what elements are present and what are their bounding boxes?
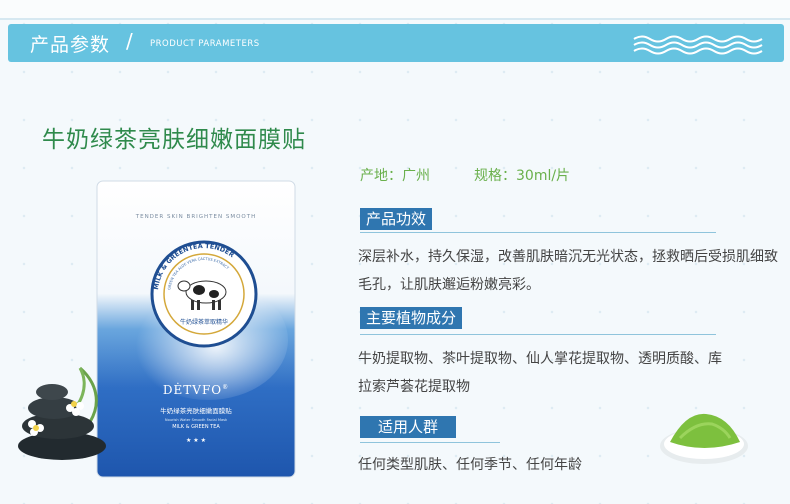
package-line-cn: 牛奶绿茶亮肤细嫩面膜贴	[160, 406, 232, 415]
package-top-text: TENDER SKIN BRIGHTEN SMOOTH	[135, 214, 257, 220]
spec-info: 规格：30ml/片	[474, 168, 570, 184]
seal-cn-text: 牛奶绿茶萃取精华	[180, 318, 228, 326]
product-name: 牛奶绿茶亮肤细嫩面膜贴	[42, 127, 306, 153]
header-slash: /	[126, 29, 133, 53]
waves-icon	[633, 35, 763, 55]
product-parameters-page: 产品参数 / PRODUCT PARAMETERS 牛奶绿茶亮肤细嫩面膜贴 产地…	[0, 0, 790, 504]
spec-label: 规格：	[474, 168, 516, 184]
matcha-powder-image	[660, 413, 748, 464]
header-title-cn: 产品参数	[30, 34, 111, 56]
package-stars: ★ ★ ★	[186, 437, 206, 444]
section-header: 产品参数 / PRODUCT PARAMETERS	[8, 24, 784, 62]
ingredients-divider	[360, 334, 716, 335]
package-line-en-small: Nourish Water Smooth Facial Mask	[165, 418, 228, 422]
spec-value: 30ml/片	[516, 168, 571, 184]
efficacy-divider	[360, 232, 716, 233]
package-line-en: MILK & GREEN TEA	[172, 424, 220, 430]
package-brand: DĖTVFO®	[163, 382, 229, 397]
origin-info: 产地：广州	[360, 168, 430, 184]
header-title-en: PRODUCT PARAMETERS	[150, 39, 260, 49]
ingredients-label: 主要植物成分	[360, 307, 463, 329]
efficacy-label: 产品功效	[360, 208, 433, 230]
product-info: 产地：广州 规格：30ml/片	[360, 165, 614, 185]
origin-value: 广州	[402, 168, 430, 184]
audience-divider	[360, 442, 500, 443]
stones-decoration-image	[18, 366, 106, 460]
origin-label: 产地：	[360, 168, 402, 184]
audience-label: 适用人群	[360, 416, 457, 438]
efficacy-text: 深层补水，持久保湿，改善肌肤暗沉无光状态，拯救晒后受损肌细致毛孔，让肌肤邂逅粉嫩…	[358, 249, 778, 293]
top-strip	[0, 0, 790, 20]
ingredients-text: 牛奶提取物、茶叶提取物、仙人掌花提取物、透明质酸、库拉索芦荟花提取物	[358, 351, 722, 395]
mask-package-image: TENDER SKIN BRIGHTEN SMOOTH MILK & GREEN…	[96, 180, 296, 478]
